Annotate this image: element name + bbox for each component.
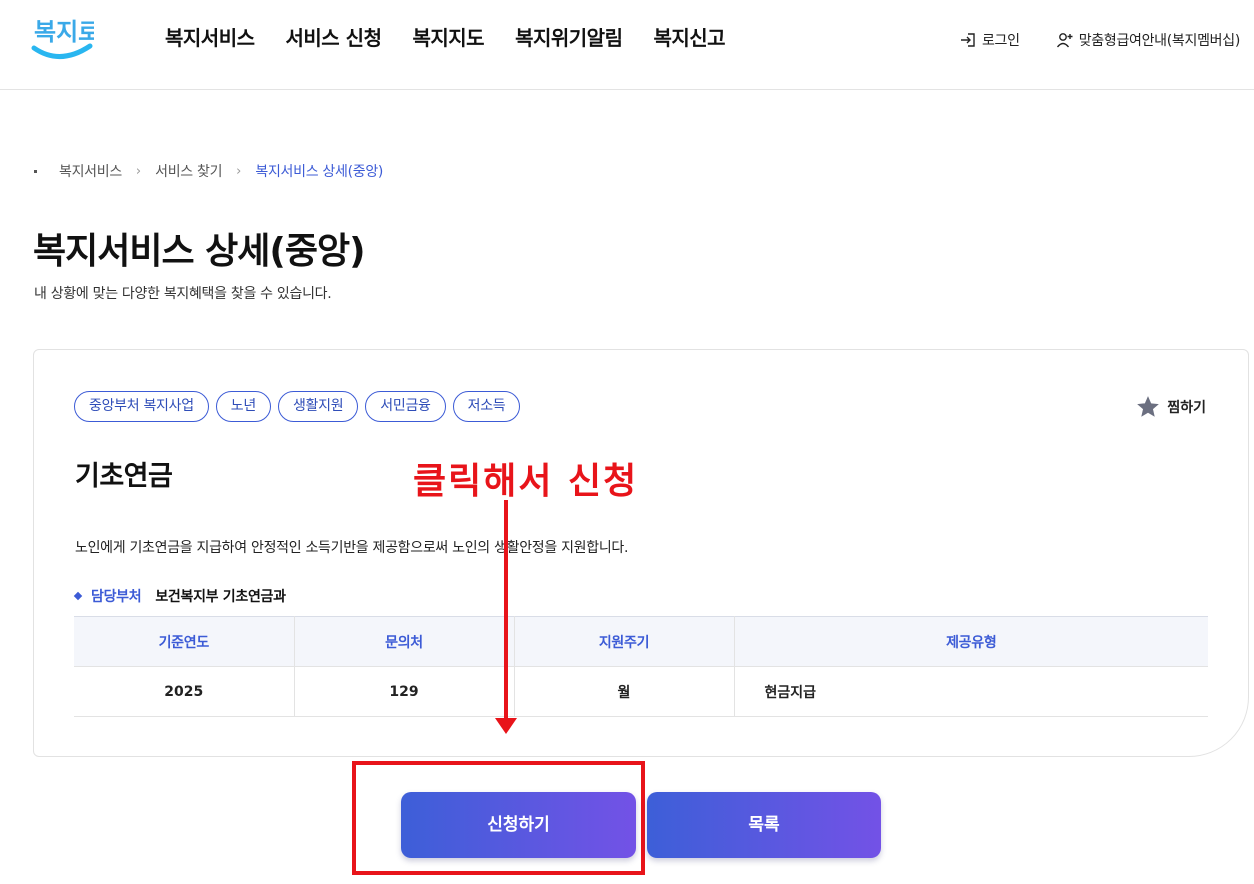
nav-welfare-report[interactable]: 복지신고 — [653, 22, 725, 51]
tag-central-welfare[interactable]: 중앙부처 복지사업 — [74, 391, 209, 422]
breadcrumb-item-welfare-service[interactable]: 복지서비스 — [59, 161, 122, 181]
nav-crisis-alert[interactable]: 복지위기알림 — [515, 22, 623, 51]
tag-elderly[interactable]: 노년 — [215, 391, 271, 422]
chevron-right-icon: › — [236, 163, 242, 179]
breadcrumb-item-service-search[interactable]: 서비스 찾기 — [155, 161, 222, 181]
department-label: 담당부처 — [91, 589, 142, 605]
star-icon — [1137, 396, 1160, 417]
table-header-cell: 지원주기 — [514, 616, 735, 667]
service-description: 노인에게 기초연금을 지급하여 안정적인 소득기반을 제공함으로써 노인의 생활… — [75, 540, 629, 556]
table-header-cell: 기준연도 — [74, 616, 295, 667]
table-cell-type: 현금지급 — [734, 666, 1208, 717]
tag-low-income[interactable]: 저소득 — [452, 391, 521, 422]
login-label: 로그인 — [981, 33, 1020, 49]
service-detail-card: 중앙부처 복지사업 노년 생활지원 서민금융 저소득 찜하기 기초연금 노인에게… — [33, 349, 1249, 757]
table-cell-contact: 129 — [294, 666, 515, 717]
apply-button[interactable]: 신청하기 — [401, 792, 636, 858]
chevron-right-icon: › — [135, 163, 142, 179]
site-header: 복지로 복지서비스 서비스 신청 복지지도 복지위기알림 복지신고 로그인 맞춤… — [0, 0, 1254, 90]
login-icon — [960, 33, 975, 47]
table-header-cell: 제공유형 — [734, 616, 1208, 667]
breadcrumb-item-current: 복지서비스 상세(중앙) — [255, 164, 384, 180]
nav-welfare-map[interactable]: 복지지도 — [412, 22, 484, 51]
service-info-table: 기준연도 문의처 지원주기 제공유형 2025 129 월 현금지급 — [74, 616, 1208, 717]
login-link[interactable]: 로그인 — [959, 30, 1020, 50]
utility-menu: 로그인 맞춤형급여안내(복지멤버십) — [959, 30, 1240, 50]
breadcrumb: 복지서비스 › 서비스 찾기 › 복지서비스 상세(중앙) — [34, 161, 383, 181]
department-info: 담당부처 보건복지부 기초연금과 — [73, 586, 286, 606]
svg-text:복지로: 복지로 — [34, 18, 94, 46]
table-header-cell: 문의처 — [294, 616, 515, 667]
nav-welfare-service[interactable]: 복지서비스 — [165, 22, 255, 51]
list-button[interactable]: 목록 — [647, 792, 881, 858]
table-cell-year: 2025 — [74, 666, 295, 717]
bookmark-label: 찜하기 — [1167, 400, 1206, 416]
membership-guide-link[interactable]: 맞춤형급여안내(복지멤버십) — [1056, 30, 1240, 50]
bokjiro-logo[interactable]: 복지로 — [30, 10, 94, 62]
breadcrumb-bullet — [34, 169, 37, 173]
tag-list: 중앙부처 복지사업 노년 생활지원 서민금융 저소득 — [74, 391, 521, 422]
table-row: 2025 129 월 현금지급 — [74, 666, 1208, 717]
table-header-row: 기준연도 문의처 지원주기 제공유형 — [74, 616, 1208, 667]
membership-guide-label: 맞춤형급여안내(복지멤버십) — [1078, 33, 1241, 49]
main-nav: 복지서비스 서비스 신청 복지지도 복지위기알림 복지신고 — [165, 22, 726, 51]
annotation-text: 클릭해서 신청 — [413, 461, 639, 502]
tag-living-support[interactable]: 생활지원 — [277, 391, 359, 422]
annotation-arrow-down-icon — [495, 500, 517, 734]
bookmark-button[interactable]: 찜하기 — [1135, 394, 1206, 420]
diamond-bullet-icon — [73, 591, 83, 601]
user-add-icon — [1056, 33, 1073, 48]
page-subtitle: 내 상황에 맞는 다양한 복지혜택을 찾을 수 있습니다. — [34, 286, 332, 302]
tag-microfinance[interactable]: 서민금융 — [365, 391, 446, 422]
department-value: 보건복지부 기초연금과 — [155, 589, 286, 605]
service-title: 기초연금 — [75, 461, 173, 492]
page-title: 복지서비스 상세(중앙) — [33, 231, 366, 272]
nav-service-apply[interactable]: 서비스 신청 — [286, 22, 382, 51]
table-cell-cycle: 월 — [514, 666, 735, 717]
